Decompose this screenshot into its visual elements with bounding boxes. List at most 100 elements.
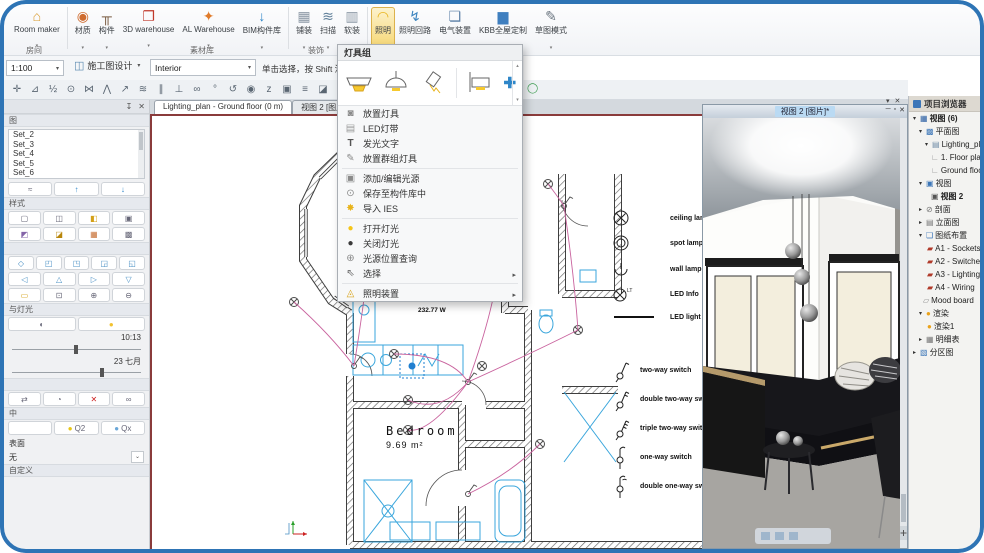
nav-item-sections[interactable]: ⊘剖面 — [909, 203, 980, 216]
nav-item-render-1[interactable]: ●渲染1 — [909, 320, 980, 333]
orbit-button[interactable]: ▷ — [78, 272, 111, 286]
nav-item-mood-board[interactable]: ▱Mood board — [909, 294, 980, 307]
mode-button[interactable]: ◫ 施工图设计 — [74, 59, 140, 72]
nav-item-a4-wiring[interactable]: ▰A4 - Wiring — [909, 281, 980, 294]
style-button[interactable]: ▩ — [112, 227, 145, 241]
ribbon-button-kbb[interactable]: ▆ KBB全屋定制 — [475, 7, 531, 47]
maximize-icon[interactable] — [894, 106, 896, 114]
nav-item-views[interactable]: ▦视图 (6) — [909, 112, 980, 125]
snap-tool-icon[interactable]: z — [260, 84, 278, 95]
snap-tool-icon[interactable]: ≡ — [296, 84, 314, 95]
snap-tool-icon[interactable]: ≋ — [134, 84, 152, 95]
list-item[interactable]: Set_2 — [9, 130, 144, 140]
ribbon-button-material[interactable]: ◉ 材质 — [71, 7, 95, 47]
snap-tool-icon[interactable]: ½ — [44, 84, 62, 95]
menu-item-lighting-device[interactable]: ◬照明装置 — [338, 286, 522, 301]
chevron-down-icon[interactable]: ⌄ — [131, 451, 144, 463]
menu-item-edit-light-source[interactable]: ▣添加/编辑光源 — [338, 171, 522, 186]
view-button[interactable]: ◇ — [8, 256, 34, 270]
view-button[interactable]: ◱ — [119, 256, 145, 270]
time-slider[interactable] — [12, 343, 141, 355]
menu-item-light-position-query[interactable]: ⊕光源位置查询 — [338, 251, 522, 266]
option-button[interactable]: ◔ — [43, 392, 76, 406]
ribbon-button-sketch-mode[interactable]: ✎ 草图模式 — [531, 7, 571, 47]
slider-handle[interactable] — [100, 368, 104, 377]
scroll-up-icon[interactable] — [516, 63, 519, 69]
move-up-button[interactable]: ↑ — [54, 182, 98, 196]
expand-icon[interactable] — [917, 180, 924, 187]
snap-tool-icon[interactable]: ▣ — [278, 84, 296, 95]
wall-lamp-icon[interactable] — [466, 70, 494, 96]
nav-item-elevations[interactable]: ▤立面图 — [909, 216, 980, 229]
ribbon-button-lighting-circuit[interactable]: ↯ 照明回路 — [395, 7, 435, 47]
nav-item-views-group[interactable]: ▣视图 — [909, 177, 980, 190]
nav-item-render[interactable]: ●渲染 — [909, 307, 980, 320]
zoom-in-button[interactable]: ⊕ — [78, 288, 111, 302]
list-item[interactable]: Set_6 — [9, 168, 144, 178]
layer-select[interactable]: Interior — [150, 59, 256, 76]
list-item[interactable]: Set_3 — [9, 140, 144, 150]
delete-button[interactable]: ✕ — [78, 392, 111, 406]
selection-frame-button[interactable]: ⊡ — [43, 288, 76, 302]
ribbon-button-scan[interactable]: ≋ 扫描 — [316, 7, 340, 47]
expand-icon[interactable] — [911, 115, 918, 122]
expand-icon[interactable] — [917, 336, 924, 343]
snap-tool-icon[interactable]: ◉ — [242, 84, 260, 95]
nav-item-schedules[interactable]: ▦明细表 — [909, 333, 980, 346]
nav-item-ground-floor[interactable]: ∟Ground floor — [909, 164, 980, 177]
pin-icon[interactable] — [126, 102, 133, 111]
snap-tool-icon[interactable]: ↺ — [224, 84, 242, 95]
style-button[interactable]: ◧ — [78, 211, 111, 225]
snap-tool-icon[interactable]: ✛ — [8, 84, 26, 95]
style-button[interactable]: ◩ — [8, 227, 41, 241]
expand-icon[interactable] — [917, 206, 924, 213]
recessed-lamp-icon[interactable] — [344, 70, 372, 96]
expand-icon[interactable] — [917, 128, 924, 135]
snap-tool-icon[interactable]: ⋀ — [98, 84, 116, 95]
expand-icon[interactable] — [923, 141, 930, 148]
move-down-button[interactable]: ↓ — [101, 182, 145, 196]
style-button[interactable]: ◫ — [43, 211, 76, 225]
option-button[interactable]: ∞ — [112, 392, 145, 406]
view-button[interactable]: ◲ — [91, 256, 117, 270]
q2-chip[interactable]: ●Q2 — [54, 421, 98, 435]
render-view-window[interactable]: 视图 2 [图片]* — [702, 104, 908, 549]
ribbon-button-bim-library[interactable]: ↓ BIM构件库 — [239, 7, 285, 47]
set-tool-button[interactable]: ≈ — [8, 182, 52, 196]
menu-item-select[interactable]: ⇖选择 — [338, 266, 522, 281]
snap-tool-icon[interactable]: ⊥ — [170, 84, 188, 95]
scale-select[interactable]: 1:100 — [6, 60, 64, 76]
menu-item-lights-off[interactable]: ●关闭灯光 — [338, 236, 522, 251]
ribbon-button-room-maker[interactable]: ⌂ Room maker — [10, 7, 64, 47]
tab-lighting-plan[interactable]: Lighting_plan - Ground floor (0 m) — [154, 100, 292, 114]
zoom-tool-button[interactable]: ▭ — [8, 288, 41, 302]
menu-item-place-group-lamp[interactable]: ✎放置群组灯具 — [338, 151, 522, 166]
menu-item-place-lamp[interactable]: ◙放置灯具 — [338, 106, 522, 121]
pane-menu-icon[interactable] — [886, 97, 890, 105]
style-button[interactable]: ▢ — [8, 211, 41, 225]
minimize-icon[interactable] — [886, 106, 891, 114]
close-icon[interactable] — [138, 102, 145, 111]
snap-tool-icon[interactable]: ◪ — [314, 84, 332, 95]
menu-item-glow-text[interactable]: T发光文字 — [338, 136, 522, 151]
orbit-button[interactable]: △ — [43, 272, 76, 286]
nav-item-zoning[interactable]: ▧分区图 — [909, 346, 980, 359]
ribbon-button-soft-furnishing[interactable]: ▥ 软装 — [340, 7, 364, 47]
blank-chip[interactable] — [8, 421, 52, 435]
pane-close-icon[interactable] — [895, 97, 901, 105]
light-toggle-button[interactable]: ● — [78, 317, 146, 331]
nav-item-floor-plan-1[interactable]: ∟1. Floor plan — [909, 151, 980, 164]
snap-tool-icon[interactable]: ↗ — [116, 84, 134, 95]
slider-handle[interactable] — [74, 345, 78, 354]
ribbon-button-electrical[interactable]: ❏ 电气装置 — [435, 7, 475, 47]
selected-lamp[interactable] — [400, 354, 424, 378]
view-set-list[interactable]: Set_2 Set_3 Set_4 Set_5 Set_6 — [8, 129, 145, 179]
ribbon-button-lighting[interactable]: ◠ 照明 — [371, 7, 395, 47]
snap-tool-icon[interactable]: ⊿ — [26, 84, 44, 95]
nav-item-a2-switches[interactable]: ▰A2 - Switches — [909, 255, 980, 268]
nav-item-a1-sockets[interactable]: ▰A1 - Sockets — [909, 242, 980, 255]
option-button[interactable]: ⇄ — [8, 392, 41, 406]
view-button[interactable]: ◰ — [36, 256, 62, 270]
scroll-down-icon[interactable] — [516, 97, 519, 103]
expand-icon[interactable] — [917, 219, 924, 226]
